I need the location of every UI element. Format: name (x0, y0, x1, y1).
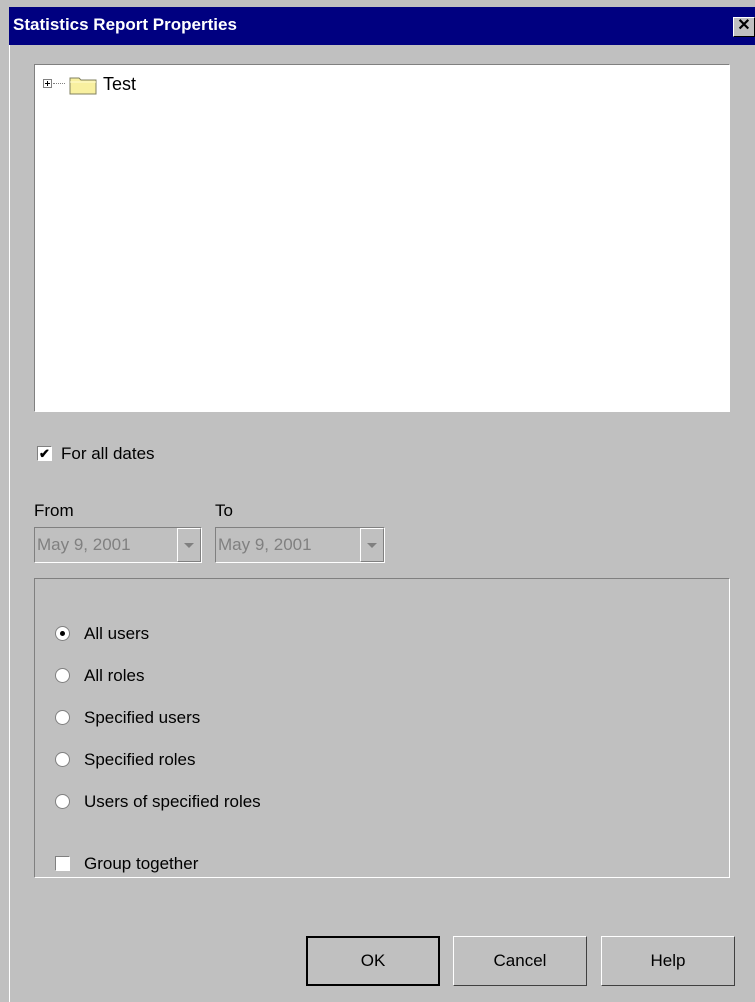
close-icon: ✕ (737, 17, 751, 34)
group-together-checkbox[interactable] (55, 856, 70, 871)
checkmark-icon: ✔ (39, 446, 50, 461)
close-button[interactable]: ✕ (733, 17, 755, 37)
user-scope-group (34, 578, 730, 878)
radio-all-users[interactable] (55, 626, 70, 641)
radio-label-specified-users[interactable]: Specified users (84, 708, 200, 728)
radio-specified-roles[interactable] (55, 752, 70, 767)
radio-label-all-roles[interactable]: All roles (84, 666, 144, 686)
for-all-dates-checkbox[interactable]: ✔ (37, 446, 52, 461)
ok-button[interactable]: OK (306, 936, 440, 986)
window-title: Statistics Report Properties (13, 15, 237, 34)
chevron-down-icon[interactable] (360, 528, 384, 562)
to-label: To (215, 501, 233, 520)
radio-specified-users[interactable] (55, 710, 70, 725)
statistics-report-properties-dialog: Statistics Report Properties ✕ Test ✔ Fo… (0, 0, 755, 1002)
radio-label-users-of-specified-roles[interactable]: Users of specified roles (84, 792, 261, 812)
radio-label-all-users[interactable]: All users (84, 624, 149, 644)
radio-label-specified-roles[interactable]: Specified roles (84, 750, 196, 770)
folder-icon (69, 77, 97, 95)
from-label: From (34, 501, 74, 520)
for-all-dates-label[interactable]: For all dates (61, 444, 155, 464)
plus-box-icon[interactable] (43, 79, 52, 88)
tree-node-label: Test (103, 74, 137, 94)
folder-tree[interactable]: Test (34, 64, 730, 412)
cancel-button[interactable]: Cancel (453, 936, 587, 986)
from-date-combo[interactable]: May 9, 2001 (34, 527, 202, 563)
window-border (9, 45, 10, 1002)
from-date-value: May 9, 2001 (37, 535, 131, 554)
chevron-down-icon[interactable] (177, 528, 201, 562)
to-date-value: May 9, 2001 (218, 535, 312, 554)
to-date-combo[interactable]: May 9, 2001 (215, 527, 385, 563)
help-button[interactable]: Help (601, 936, 735, 986)
group-together-label[interactable]: Group together (84, 854, 198, 874)
radio-users-of-specified-roles[interactable] (55, 794, 70, 809)
tree-connector (53, 83, 65, 84)
title-bar[interactable]: Statistics Report Properties ✕ (9, 7, 755, 45)
radio-all-roles[interactable] (55, 668, 70, 683)
